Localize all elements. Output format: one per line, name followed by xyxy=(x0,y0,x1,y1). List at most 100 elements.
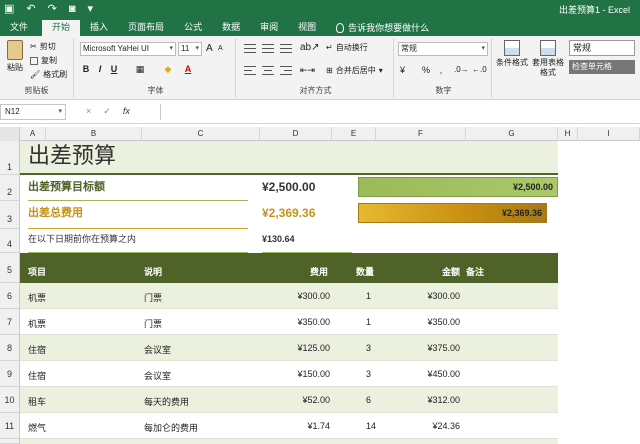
col-header-a[interactable]: A xyxy=(20,127,46,141)
total-label[interactable]: 出差总费用 xyxy=(28,201,248,229)
row-header[interactable]: 3 xyxy=(0,201,20,229)
undo-icon[interactable]: ↶ xyxy=(26,2,35,16)
tab-insert[interactable]: 插入 xyxy=(80,20,118,36)
header-desc[interactable]: 说明 xyxy=(144,265,162,278)
row-header[interactable]: 4 xyxy=(0,229,20,253)
remaining-label[interactable]: 在以下日期前你在预算之内 xyxy=(28,229,248,253)
border-icon[interactable]: ▦ xyxy=(134,64,146,75)
cell-item[interactable]: 燃气 xyxy=(28,421,46,434)
cell-qty[interactable]: 6 xyxy=(366,395,371,405)
bold-button[interactable]: B xyxy=(80,64,92,74)
header-qty[interactable]: 数量 xyxy=(356,265,374,278)
row-header[interactable] xyxy=(0,439,20,444)
format-as-table-button[interactable]: 套用表格格式 xyxy=(530,40,566,78)
align-right-icon[interactable] xyxy=(280,66,292,76)
align-center-icon[interactable] xyxy=(262,66,274,76)
italic-button[interactable]: I xyxy=(94,64,106,74)
row-header[interactable]: 5 xyxy=(0,253,20,283)
format-painter-button[interactable]: 🖌 格式刷 xyxy=(30,69,67,80)
formula-input[interactable] xyxy=(160,104,640,120)
indent-icon[interactable]: ⇤⇥ xyxy=(300,65,315,76)
paste-button[interactable]: 粘贴 xyxy=(4,40,26,74)
cell-item[interactable]: 机票 xyxy=(28,291,46,304)
row-header[interactable]: 1 xyxy=(0,141,20,175)
cell-amount[interactable]: ¥350.00 xyxy=(427,317,460,327)
col-header-e[interactable]: E xyxy=(332,127,376,141)
wrap-text-button[interactable]: ↵ 自动换行 xyxy=(326,42,368,53)
cell-qty[interactable]: 1 xyxy=(366,291,371,301)
cell-cost[interactable]: ¥125.00 xyxy=(297,343,330,353)
tab-data[interactable]: 数据 xyxy=(212,20,250,36)
shrink-font-button[interactable]: A xyxy=(218,45,223,52)
style-normal[interactable]: 常规 xyxy=(569,40,635,56)
col-header-f[interactable]: F xyxy=(376,127,466,141)
percent-button[interactable]: % xyxy=(422,65,430,75)
cancel-icon[interactable]: × xyxy=(86,106,91,117)
remaining-value[interactable]: ¥130.64 xyxy=(262,229,352,253)
header-note[interactable]: 备注 xyxy=(466,265,484,278)
cell-cost[interactable]: ¥1.74 xyxy=(307,421,330,431)
cell-desc[interactable]: 会议室 xyxy=(144,343,171,356)
tell-me-box[interactable]: 告诉我你想要做什么 xyxy=(326,20,439,36)
cell-amount[interactable]: ¥24.36 xyxy=(432,421,460,431)
header-amount[interactable]: 金额 xyxy=(442,265,460,278)
save-icon[interactable]: ▣ xyxy=(4,2,14,16)
underline-button[interactable]: U xyxy=(108,64,120,74)
row-header[interactable]: 2 xyxy=(0,175,20,201)
tab-review[interactable]: 审阅 xyxy=(250,20,288,36)
row-header[interactable]: 7 xyxy=(0,309,20,335)
camera-icon[interactable]: ◙ xyxy=(69,2,76,16)
cell-cost[interactable]: ¥350.00 xyxy=(297,317,330,327)
cell-desc[interactable]: 门票 xyxy=(144,317,162,330)
cell-item[interactable]: 住宿 xyxy=(28,369,46,382)
row-header[interactable]: 10 xyxy=(0,387,20,413)
target-label[interactable]: 出差预算目标额 xyxy=(28,175,248,201)
redo-icon[interactable]: ↷ xyxy=(48,2,57,16)
col-header-i[interactable]: I xyxy=(578,127,640,141)
tab-page-layout[interactable]: 页面布局 xyxy=(118,20,174,36)
cell-desc[interactable]: 会议室 xyxy=(144,369,171,382)
header-cost[interactable]: 费用 xyxy=(310,265,328,278)
number-format-select[interactable]: 常规 ▾ xyxy=(398,42,488,56)
header-item[interactable]: 项目 xyxy=(28,265,46,278)
name-box[interactable]: N12 ▾ xyxy=(0,104,66,120)
cell-desc[interactable]: 门票 xyxy=(144,291,162,304)
select-all-corner[interactable] xyxy=(0,127,20,141)
cell-amount[interactable]: ¥375.00 xyxy=(427,343,460,353)
cell-cost[interactable]: ¥150.00 xyxy=(297,369,330,379)
grow-font-button[interactable]: A xyxy=(206,43,213,54)
cell-item[interactable]: 租车 xyxy=(28,395,46,408)
align-left-icon[interactable] xyxy=(244,66,256,76)
sheet-title[interactable]: 出差预算 xyxy=(20,143,116,168)
cell-qty[interactable]: 3 xyxy=(366,343,371,353)
col-header-c[interactable]: C xyxy=(142,127,260,141)
customize-qat-icon[interactable]: ▾ xyxy=(88,2,94,16)
merge-center-button[interactable]: ⊞ 合并后居中 ▾ xyxy=(326,65,383,76)
col-header-d[interactable]: D xyxy=(260,127,332,141)
cell-item[interactable]: 住宿 xyxy=(28,343,46,356)
align-top-icon[interactable] xyxy=(244,44,256,54)
decrease-decimal-icon[interactable]: ←.0 xyxy=(472,65,487,74)
cell-qty[interactable]: 3 xyxy=(366,369,371,379)
conditional-format-button[interactable]: 条件格式 xyxy=(494,40,530,68)
row-header[interactable]: 8 xyxy=(0,335,20,361)
total-bar[interactable]: ¥2,369.36 xyxy=(358,203,547,223)
cell-item[interactable]: 机票 xyxy=(28,317,46,330)
row-header[interactable]: 9 xyxy=(0,361,20,387)
cell-qty[interactable]: 14 xyxy=(366,421,376,431)
comma-button[interactable]: ‚ xyxy=(440,65,442,75)
font-color-icon[interactable]: A xyxy=(182,64,194,74)
total-value[interactable]: ¥2,369.36 xyxy=(262,201,352,229)
cell-amount[interactable]: ¥450.00 xyxy=(427,369,460,379)
fill-color-icon[interactable]: ◆ xyxy=(162,64,174,75)
cell-desc[interactable]: 每加仑的费用 xyxy=(144,421,198,434)
col-header-g[interactable]: G xyxy=(466,127,558,141)
row-header[interactable]: 6 xyxy=(0,283,20,309)
cell-desc[interactable]: 每天的费用 xyxy=(144,395,189,408)
style-check-cell[interactable]: 检查单元格 xyxy=(569,60,635,74)
increase-decimal-icon[interactable]: .0→ xyxy=(454,65,469,74)
currency-button[interactable]: ¥ xyxy=(400,65,405,75)
enter-icon[interactable]: ✓ xyxy=(103,106,111,117)
orientation-icon[interactable]: ab↗ xyxy=(300,42,320,53)
col-header-h[interactable]: H xyxy=(558,127,578,141)
